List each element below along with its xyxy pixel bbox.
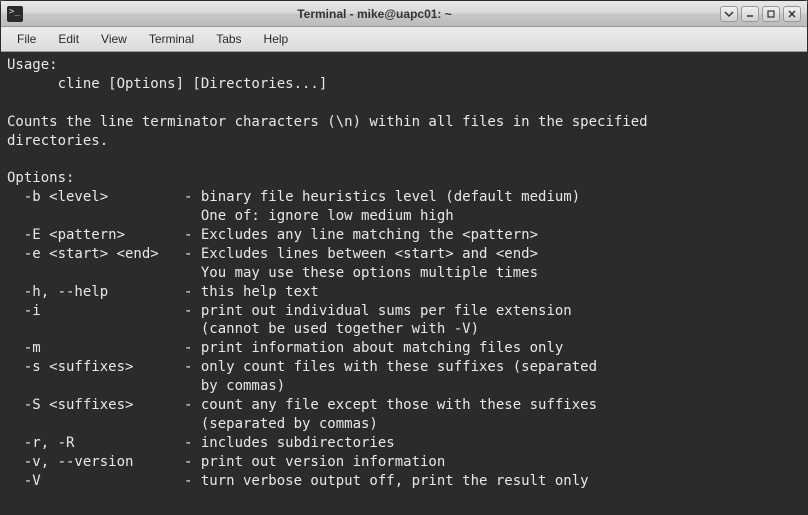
menu-view[interactable]: View xyxy=(91,29,137,49)
menu-file[interactable]: File xyxy=(7,29,46,49)
minimize-button[interactable] xyxy=(741,6,759,22)
terminal-app-icon xyxy=(7,6,23,22)
maximize-icon xyxy=(766,9,776,19)
close-button[interactable] xyxy=(783,6,801,22)
expand-button[interactable] xyxy=(720,6,738,22)
chevron-down-icon xyxy=(724,9,734,19)
terminal-output[interactable]: Usage: cline [Options] [Directories...] … xyxy=(1,52,807,514)
menu-tabs[interactable]: Tabs xyxy=(206,29,251,49)
close-icon xyxy=(787,9,797,19)
window-controls xyxy=(720,6,801,22)
titlebar: Terminal - mike@uapc01: ~ xyxy=(1,1,807,27)
maximize-button[interactable] xyxy=(762,6,780,22)
menu-help[interactable]: Help xyxy=(254,29,299,49)
window-title: Terminal - mike@uapc01: ~ xyxy=(29,7,720,21)
menu-edit[interactable]: Edit xyxy=(48,29,89,49)
menubar: File Edit View Terminal Tabs Help xyxy=(1,27,807,52)
menu-terminal[interactable]: Terminal xyxy=(139,29,204,49)
minimize-icon xyxy=(745,9,755,19)
